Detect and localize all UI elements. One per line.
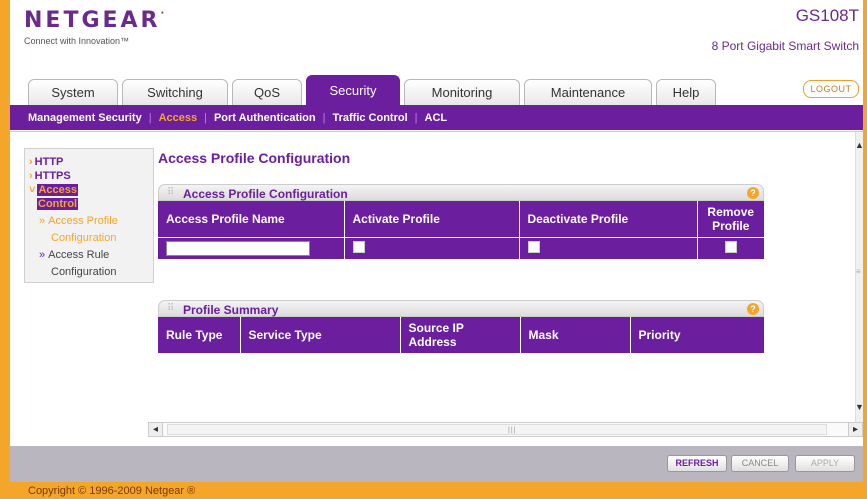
access-profile-name-input[interactable]: [166, 240, 310, 256]
scroll-down-icon[interactable]: ▼: [855, 402, 864, 412]
tab-monitoring[interactable]: Monitoring: [404, 79, 520, 105]
nav-item-label: Control: [37, 198, 79, 210]
scroll-grip-icon: ≡: [856, 267, 861, 276]
table-row: [158, 236, 764, 259]
nav-sub-label: Configuration: [51, 266, 117, 278]
frame-left-border: [0, 0, 10, 499]
nav-item-label: HTTP: [34, 156, 64, 168]
copyright-text: Copyright © 1996-2009 Netgear ®: [28, 485, 196, 497]
tab-help[interactable]: Help: [656, 79, 716, 105]
submenu-separator: |: [322, 111, 326, 124]
submenu-separator: |: [414, 111, 418, 124]
submenu-traffic-control[interactable]: Traffic Control: [332, 112, 407, 124]
chevron-down-icon: ˅: [29, 184, 36, 196]
apply-button[interactable]: APPLY: [795, 455, 855, 472]
profile-summary-table: Rule Type Service Type Source IP Address…: [158, 317, 764, 353]
horizontal-scrollbar[interactable]: ◂ ||| ▸: [148, 422, 863, 437]
logout-button[interactable]: LOGOUT: [803, 80, 859, 98]
tab-switching[interactable]: Switching: [122, 79, 228, 105]
nav-sub-access-rule[interactable]: » Access Rule: [29, 247, 153, 264]
profile-summary-panel: ⠿ Profile Summary ? Rule Type Service Ty…: [158, 300, 764, 353]
logo-mark: ·: [160, 8, 168, 19]
main-tabs: System Switching QoS Security Monitoring…: [28, 75, 720, 105]
nav-item-access-control-line2[interactable]: Control: [29, 197, 153, 211]
nav-item-label: HTTPS: [34, 170, 71, 182]
model-description: 8 Port Gigabit Smart Switch: [711, 39, 859, 53]
tagline: Connect with Innovation™: [24, 36, 130, 46]
column-header: Activate Profile: [344, 201, 520, 237]
nav-sub-label: Configuration: [51, 232, 117, 244]
remove-profile-checkbox[interactable]: [724, 240, 737, 253]
nav-item-https[interactable]: › HTTPS: [29, 169, 153, 183]
left-navigation: › HTTP › HTTPS ˅ Access Control » Access Pro…: [24, 148, 154, 283]
model-name: GS108T: [795, 6, 859, 25]
double-chevron-icon: »: [39, 249, 46, 261]
help-icon[interactable]: ?: [747, 303, 759, 315]
nav-item-access-control[interactable]: ˅ Access: [29, 183, 153, 197]
tab-security[interactable]: Security: [306, 75, 400, 105]
column-header: Mask: [520, 317, 631, 353]
access-profile-table: Access Profile Name Activate Profile Dea…: [158, 201, 764, 259]
grip-icon: ⠿: [167, 187, 175, 198]
tab-system[interactable]: System: [28, 79, 118, 105]
deactivate-profile-checkbox[interactable]: [527, 240, 540, 253]
chevron-right-icon: ›: [29, 156, 33, 168]
tab-qos[interactable]: QoS: [232, 79, 302, 105]
panel-header: ⠿ Access Profile Configuration ?: [158, 184, 764, 201]
activate-profile-checkbox[interactable]: [352, 240, 365, 253]
column-header: Remove Profile: [707, 204, 755, 233]
nav-sub-access-profile-line2[interactable]: Configuration: [29, 230, 153, 247]
nav-sub-label: Access Rule: [48, 249, 110, 261]
double-chevron-icon: »: [39, 215, 46, 227]
vertical-scrollbar[interactable]: [855, 132, 863, 427]
column-header: Source IP Address: [400, 317, 521, 353]
nav-item-http[interactable]: › HTTP: [29, 155, 153, 169]
cancel-button[interactable]: CANCEL: [731, 455, 789, 472]
frame-right-border: [863, 0, 867, 499]
table-cell: [344, 236, 520, 259]
content-area: › HTTP › HTTPS ˅ Access Control » Access Pro…: [10, 131, 864, 446]
scroll-grip-icon: |||: [508, 427, 517, 434]
logo-text: NETGEAR: [24, 8, 161, 33]
column-header: Rule Type: [158, 317, 241, 353]
header: NETGEAR· Connect with Innovation™ GS108T…: [10, 0, 863, 70]
nav-sub-access-profile[interactable]: » Access Profile: [29, 213, 153, 230]
column-header: Access Profile Name: [158, 201, 345, 237]
table-cell: [697, 236, 764, 259]
submenu-acl[interactable]: ACL: [425, 112, 448, 124]
access-profile-panel: ⠿ Access Profile Configuration ? Access …: [158, 184, 764, 259]
submenu-management-security[interactable]: Management Security: [28, 112, 142, 124]
submenu-port-authentication[interactable]: Port Authentication: [214, 112, 316, 124]
table-cell: [519, 236, 698, 259]
submenu-separator: |: [148, 111, 152, 124]
panel-header: ⠿ Profile Summary ?: [158, 300, 764, 317]
submenu-separator: |: [204, 111, 207, 124]
submenu-access[interactable]: Access: [159, 112, 198, 124]
panel-title: Access Profile Configuration: [183, 187, 348, 201]
nav-sub-access-rule-line2[interactable]: Configuration: [29, 264, 153, 281]
nav-sub-label: Access Profile: [48, 215, 118, 227]
scroll-thumb[interactable]: |||: [167, 424, 827, 435]
netgear-logo: NETGEAR·: [24, 8, 167, 33]
tab-maintenance[interactable]: Maintenance: [524, 79, 652, 105]
page-title: Access Profile Configuration: [158, 150, 351, 166]
sub-navigation: Management Security | Access | Port Auth…: [10, 105, 863, 130]
chevron-right-icon: ›: [29, 170, 33, 182]
grip-icon: ⠿: [167, 303, 175, 314]
column-header: Priority: [638, 328, 681, 342]
refresh-button[interactable]: REFRESH: [667, 455, 727, 472]
help-icon[interactable]: ?: [747, 187, 759, 199]
table-header-row: Access Profile Name Activate Profile Dea…: [158, 201, 764, 237]
table-cell: [158, 236, 345, 259]
scroll-right-icon[interactable]: ▸: [848, 423, 862, 436]
panel-title: Profile Summary: [183, 303, 279, 317]
column-header: Deactivate Profile: [519, 201, 698, 237]
column-header: Service Type: [240, 317, 401, 353]
footer: Copyright © 1996-2009 Netgear ®: [10, 482, 863, 499]
action-bar: REFRESH CANCEL APPLY: [10, 446, 863, 482]
table-header-row: Rule Type Service Type Source IP Address…: [158, 317, 764, 353]
nav-item-label: Access: [37, 184, 78, 196]
scroll-left-icon[interactable]: ◂: [149, 423, 163, 436]
scroll-up-icon[interactable]: ▲: [855, 140, 864, 150]
